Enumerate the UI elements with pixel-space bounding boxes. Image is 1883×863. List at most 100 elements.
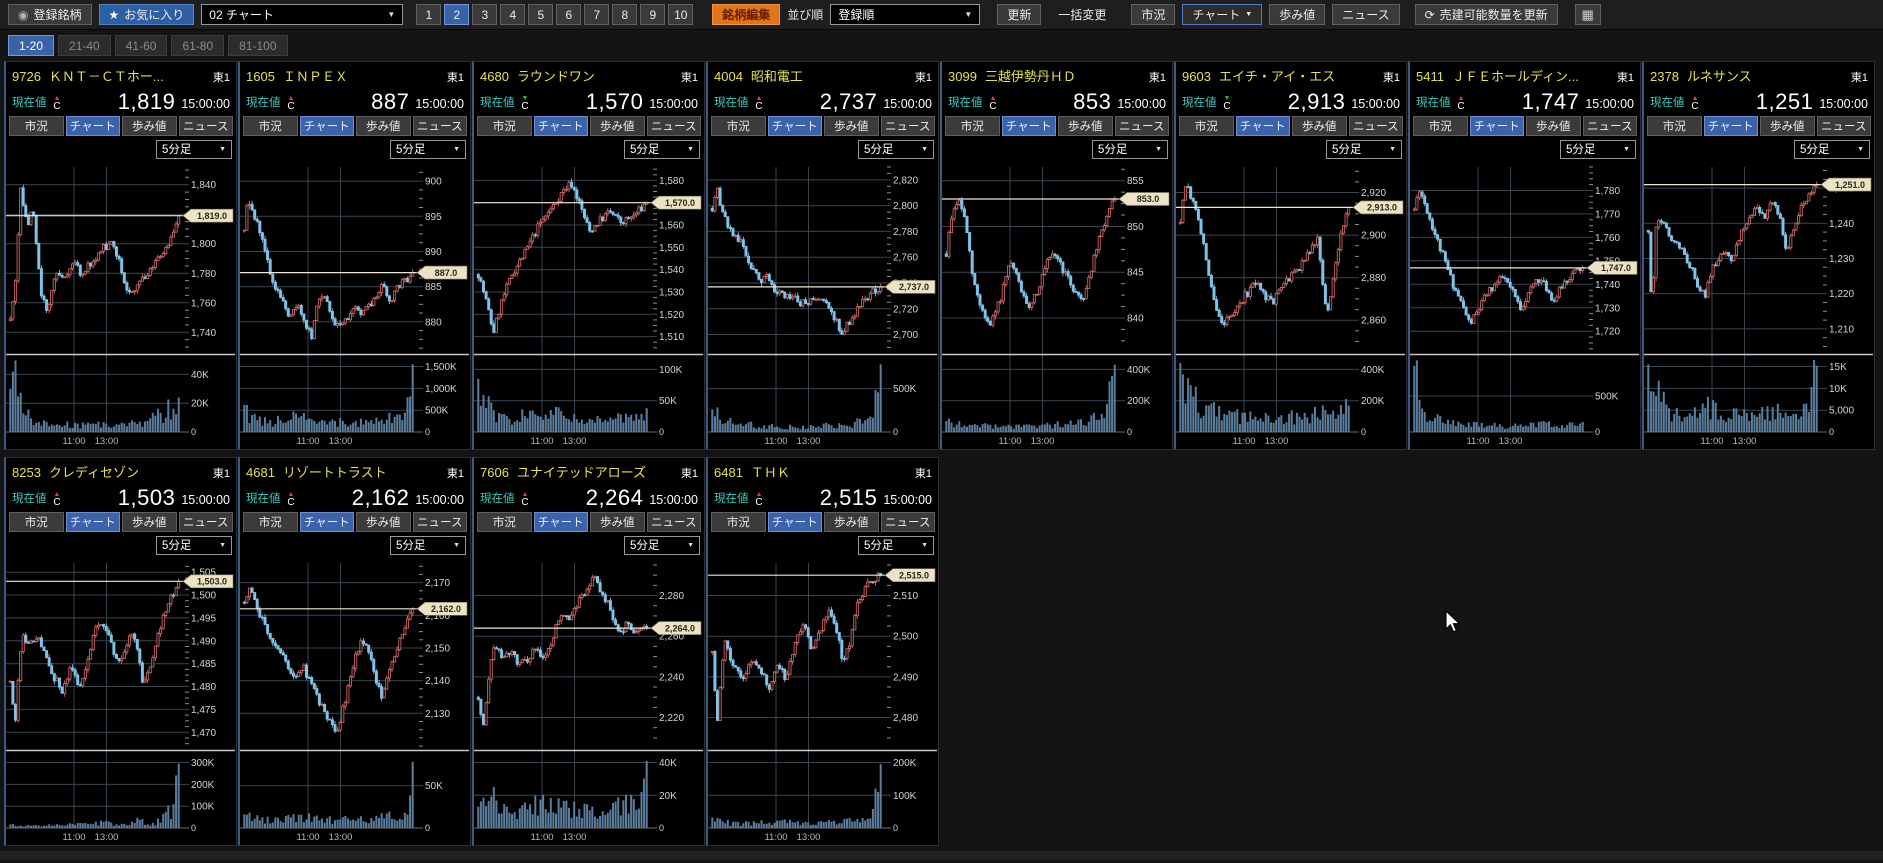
range-tab-1-20[interactable]: 1-20 (8, 35, 54, 56)
timeframe-select[interactable]: 5分足 ▼ (156, 140, 232, 159)
panel-tab-chart[interactable]: チャート (1704, 116, 1759, 136)
page-button-8[interactable]: 8 (612, 4, 637, 25)
candlestick-chart[interactable]: 11:0013:001,2501,2401,2301,2201,21015K10… (1644, 161, 1875, 449)
candlestick-chart[interactable]: 11:0013:00855850845840400K200K0853.0 (942, 161, 1173, 449)
edit-symbols-button[interactable]: 銘柄編集 (712, 4, 780, 25)
panel-tab-news[interactable]: ニュース (647, 116, 702, 136)
panel-tab-chart[interactable]: チャート (1002, 116, 1057, 136)
timeframe-select[interactable]: 5分足 ▼ (624, 536, 700, 555)
panel-tab-market[interactable]: 市況 (1179, 116, 1234, 136)
panel-tab-news[interactable]: ニュース (1115, 116, 1170, 136)
range-tab-41-60[interactable]: 41-60 (115, 35, 168, 56)
bulk-change-button[interactable]: 一括変更 (1048, 4, 1116, 25)
timeframe-select[interactable]: 5分足 ▼ (624, 140, 700, 159)
panel-tab-news[interactable]: ニュース (179, 116, 234, 136)
view-chart-button[interactable]: チャート ▼ (1182, 4, 1262, 25)
candlestick-chart[interactable]: 11:0013:002,1702,1602,1502,1402,13050K02… (240, 557, 471, 845)
timeframe-select[interactable]: 5分足 ▼ (858, 536, 934, 555)
favorites-button[interactable]: ★ お気に入り (99, 4, 195, 25)
panel-tab-news[interactable]: ニュース (1349, 116, 1404, 136)
candlestick-chart[interactable]: 11:0013:009008958908858801,500K1,000K500… (240, 161, 471, 449)
panel-tab-chart[interactable]: チャート (66, 512, 121, 532)
range-tab-81-100[interactable]: 81-100 (228, 35, 287, 56)
panel-tab-chart[interactable]: チャート (1236, 116, 1291, 136)
refresh-button[interactable]: 更新 (997, 4, 1041, 25)
panel-tab-chart[interactable]: チャート (768, 512, 823, 532)
candlestick-chart[interactable]: 11:0013:001,5801,5701,5601,5501,5401,530… (474, 161, 705, 449)
panel-tab-chart[interactable]: チャート (300, 116, 355, 136)
panel-tab-chart[interactable]: チャート (534, 512, 589, 532)
timeframe-select[interactable]: 5分足 ▼ (390, 536, 466, 555)
timeframe-select[interactable]: 5分足 ▼ (156, 536, 232, 555)
panel-tab-market[interactable]: 市況 (1413, 116, 1468, 136)
panel-tab-ticks[interactable]: 歩み値 (590, 512, 645, 532)
panel-tab-ticks[interactable]: 歩み値 (590, 116, 645, 136)
panel-tab-news[interactable]: ニュース (881, 116, 936, 136)
page-button-4[interactable]: 4 (500, 4, 525, 25)
calculator-icon-button[interactable]: ▦ (1575, 4, 1601, 25)
panel-tab-ticks[interactable]: 歩み値 (1292, 116, 1347, 136)
panel-tab-chart[interactable]: チャート (66, 116, 121, 136)
panel-tab-market[interactable]: 市況 (243, 512, 298, 532)
candlestick-chart[interactable]: 11:0013:001,8401,8201,8001,7801,7601,740… (6, 161, 237, 449)
range-tab-61-80[interactable]: 61-80 (171, 35, 224, 56)
panel-tab-market[interactable]: 市況 (9, 512, 64, 532)
panel-tab-news[interactable]: ニュース (413, 512, 468, 532)
timeframe-select[interactable]: 5分足 ▼ (1794, 140, 1870, 159)
panel-tab-market[interactable]: 市況 (477, 512, 532, 532)
panel-tab-news[interactable]: ニュース (881, 512, 936, 532)
panel-tab-news[interactable]: ニュース (179, 512, 234, 532)
candlestick-chart[interactable]: 11:0013:002,9202,9002,8802,860400K200K02… (1176, 161, 1407, 449)
candlestick-chart[interactable]: 11:0013:001,5051,5001,4951,4901,4851,480… (6, 557, 237, 845)
layout-select[interactable]: 02 チャート ▼ (201, 4, 403, 25)
timeframe-select[interactable]: 5分足 ▼ (858, 140, 934, 159)
range-tab-21-40[interactable]: 21-40 (58, 35, 111, 56)
candlestick-chart[interactable]: 11:0013:002,2802,2602,2402,22040K20K02,2… (474, 557, 705, 845)
view-ticks-button[interactable]: 歩み値 (1269, 4, 1325, 25)
panel-tab-ticks[interactable]: 歩み値 (1526, 116, 1581, 136)
panel-tab-market[interactable]: 市況 (1647, 116, 1702, 136)
panel-tab-news[interactable]: ニュース (647, 512, 702, 532)
page-button-9[interactable]: 9 (640, 4, 665, 25)
timeframe-select[interactable]: 5分足 ▼ (1092, 140, 1168, 159)
timeframe-select[interactable]: 5分足 ▼ (1560, 140, 1636, 159)
candlestick-chart[interactable]: 11:0013:002,5102,5002,4902,480200K100K02… (708, 557, 939, 845)
panel-tab-ticks[interactable]: 歩み値 (824, 116, 879, 136)
page-button-5[interactable]: 5 (528, 4, 553, 25)
page-button-10[interactable]: 10 (668, 4, 693, 25)
page-button-6[interactable]: 6 (556, 4, 581, 25)
panel-tab-news[interactable]: ニュース (1817, 116, 1872, 136)
panel-tab-market[interactable]: 市況 (477, 116, 532, 136)
timeframe-select[interactable]: 5分足 ▼ (390, 140, 466, 159)
panel-tab-ticks[interactable]: 歩み値 (122, 512, 177, 532)
page-button-1[interactable]: 1 (416, 4, 441, 25)
sort-select[interactable]: 登録順 ▼ (830, 4, 980, 25)
panel-tab-market[interactable]: 市況 (945, 116, 1000, 136)
view-news-button[interactable]: ニュース (1332, 4, 1399, 25)
page-button-3[interactable]: 3 (472, 4, 497, 25)
view-market-button[interactable]: 市況 (1131, 4, 1175, 25)
panel-tab-ticks[interactable]: 歩み値 (356, 512, 411, 532)
panel-tab-market[interactable]: 市況 (711, 512, 766, 532)
candlestick-chart[interactable]: 11:0013:002,8202,8002,7802,7602,7402,720… (708, 161, 939, 449)
page-button-7[interactable]: 7 (584, 4, 609, 25)
update-sellable-quantity-button[interactable]: ⟳ 売建可能数量を更新 (1415, 4, 1558, 25)
page-button-2[interactable]: 2 (444, 4, 469, 25)
panel-tab-chart[interactable]: チャート (768, 116, 823, 136)
panel-tab-ticks[interactable]: 歩み値 (1760, 116, 1815, 136)
panel-tab-ticks[interactable]: 歩み値 (356, 116, 411, 136)
panel-tab-news[interactable]: ニュース (413, 116, 468, 136)
panel-tab-ticks[interactable]: 歩み値 (824, 512, 879, 532)
panel-tab-ticks[interactable]: 歩み値 (122, 116, 177, 136)
panel-tab-market[interactable]: 市況 (243, 116, 298, 136)
timeframe-select[interactable]: 5分足 ▼ (1326, 140, 1402, 159)
registered-symbols-button[interactable]: ◉ 登録銘柄 (8, 4, 92, 25)
panel-tab-market[interactable]: 市況 (9, 116, 64, 136)
panel-tab-chart[interactable]: チャート (534, 116, 589, 136)
panel-tab-ticks[interactable]: 歩み値 (1058, 116, 1113, 136)
panel-tab-market[interactable]: 市況 (711, 116, 766, 136)
panel-tab-chart[interactable]: チャート (1470, 116, 1525, 136)
panel-tab-chart[interactable]: チャート (300, 512, 355, 532)
panel-tab-news[interactable]: ニュース (1583, 116, 1638, 136)
candlestick-chart[interactable]: 11:0013:001,7801,7701,7601,7501,7401,730… (1410, 161, 1641, 449)
